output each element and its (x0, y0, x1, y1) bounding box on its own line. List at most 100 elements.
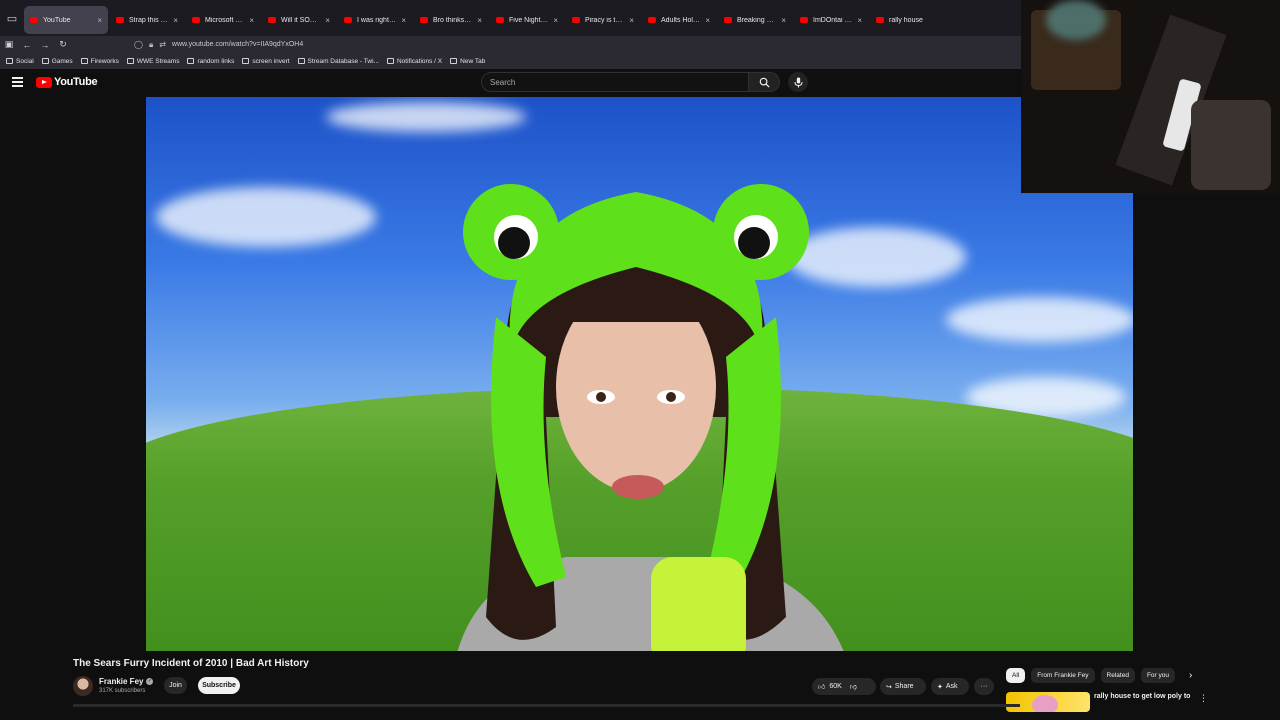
permissions-icon[interactable]: ⇄ (159, 40, 166, 49)
folder-icon (126, 58, 134, 64)
filter-chip[interactable]: For you (1140, 668, 1175, 683)
ask-button[interactable]: ✦ Ask (931, 678, 969, 695)
browser-tab[interactable]: rally house (870, 6, 944, 34)
subscribe-button[interactable]: Subscribe (198, 677, 240, 694)
search-bar (481, 72, 780, 92)
forward-arrow-icon[interactable]: → (36, 40, 54, 50)
browser-tab[interactable]: Five Nights at Freddy' × (490, 6, 564, 34)
more-actions-button[interactable]: ··· (974, 678, 994, 695)
reload-icon[interactable]: ↻ (54, 39, 72, 50)
tab-label: ImDOntai Reacts TO S (813, 16, 852, 24)
video-player[interactable] (146, 97, 1133, 651)
close-tab-icon[interactable]: × (857, 16, 862, 25)
like-button[interactable]: 👍︎ 60K (818, 682, 842, 691)
tab-label: rally house (889, 16, 923, 24)
bookmark-item[interactable]: Social (6, 58, 34, 65)
share-icon: ↪ (886, 683, 892, 691)
filter-chip[interactable]: From Frankie Fey (1031, 668, 1095, 683)
folder-icon (41, 58, 49, 64)
shield-icon[interactable]: ◯ (134, 40, 143, 49)
bookmark-label: random links (197, 57, 235, 65)
youtube-logo[interactable]: YouTube (36, 76, 98, 88)
lock-icon[interactable]: 🔒︎ (149, 40, 153, 50)
dislike-button[interactable]: 👎︎ (850, 682, 857, 691)
browser-tab[interactable]: ImDOntai Reacts TO S × (794, 6, 868, 34)
browser-tab[interactable]: Bro thinks he's in an e × (414, 6, 488, 34)
tab-label: YouTube (43, 16, 71, 24)
folder-icon (80, 58, 88, 64)
search-button[interactable] (749, 72, 780, 92)
like-count: 60K (829, 683, 842, 690)
close-tab-icon[interactable]: × (249, 16, 254, 25)
video-progress-track[interactable] (73, 704, 1020, 707)
youtube-favicon-icon (192, 17, 200, 23)
more-vertical-icon[interactable]: ⋮ (1199, 693, 1208, 704)
filter-chip[interactable]: All (1006, 668, 1026, 683)
recommendation-thumbnail[interactable] (1006, 692, 1090, 712)
tab-label: Adults Hold On To Gir (661, 16, 700, 24)
bookmark-item[interactable]: WWE Streams (126, 58, 179, 65)
youtube-favicon-icon (344, 17, 352, 23)
browser-tab[interactable]: Piracy is the Logical S × (566, 6, 640, 34)
youtube-favicon-icon (648, 17, 656, 23)
more-horizontal-icon: ··· (980, 683, 988, 690)
close-tab-icon[interactable]: × (781, 16, 786, 25)
bookmark-label: Notifications / X (396, 57, 443, 65)
bookmark-label: Stream Database - Twi... (307, 57, 379, 65)
channel-name[interactable]: Frankie Fey (99, 677, 143, 686)
share-button[interactable]: ↪ Share (880, 678, 926, 695)
youtube-favicon-icon (876, 17, 884, 23)
like-dislike-group: 👍︎ 60K 👎︎ (812, 678, 876, 695)
bookmark-item[interactable]: Games (41, 58, 73, 65)
bookmark-item[interactable]: screen invert (242, 58, 290, 65)
close-tab-icon[interactable]: × (553, 16, 558, 25)
close-tab-icon[interactable]: × (629, 16, 634, 25)
youtube-favicon-icon (116, 17, 124, 23)
bookmark-item[interactable]: Fireworks (80, 57, 119, 65)
folder-icon (386, 58, 394, 64)
close-tab-icon[interactable]: × (325, 16, 330, 25)
menu-icon[interactable] (12, 77, 23, 87)
browser-tab[interactable]: Strap this to a tree. Gi × (110, 6, 184, 34)
channel-avatar[interactable] (73, 676, 93, 696)
tab-label: Strap this to a tree. Gi (129, 16, 168, 24)
subscriber-count: 317K subscribers (99, 688, 146, 694)
close-tab-icon[interactable]: × (97, 16, 102, 25)
thumbs-up-icon: 👍︎ (818, 684, 826, 691)
close-tab-icon[interactable]: × (705, 16, 710, 25)
cloud (326, 102, 526, 132)
bookmark-item[interactable]: New Tab (450, 58, 485, 65)
bookmark-item[interactable]: Notifications / X (386, 57, 443, 65)
video-title: The Sears Furry Incident of 2010 | Bad A… (73, 658, 309, 669)
browser-tab[interactable]: Adults Hold On To Gir × (642, 6, 716, 34)
cloud (946, 297, 1133, 342)
bookmark-item[interactable]: random links (187, 58, 234, 65)
voice-search-button[interactable] (788, 72, 808, 92)
browser-tab[interactable]: Microsoft Broke The W × (186, 6, 260, 34)
address-bar[interactable]: ◯ 🔒︎ ⇄ www.youtube.com/watch?v=IIA9qdYxO… (134, 40, 303, 50)
join-button[interactable]: Join (164, 677, 187, 694)
folder-icon (450, 58, 458, 64)
browser-tab[interactable]: I was right about disk × (338, 6, 412, 34)
bookmark-item[interactable]: Stream Database - Twi... (297, 57, 379, 65)
tab-label: Bro thinks he's in an e (433, 16, 472, 24)
browser-tab[interactable]: Breaking Bad Alterna × (718, 6, 792, 34)
youtube-favicon-icon (420, 17, 428, 23)
browser-tab[interactable]: Will it SODA?? 500 Sh × (262, 6, 336, 34)
close-tab-icon[interactable]: × (401, 16, 406, 25)
chevron-right-icon[interactable]: › (1189, 670, 1192, 681)
url-text[interactable]: www.youtube.com/watch?v=IIA9qdYxOH4 (172, 41, 303, 48)
browser-tab[interactable]: YouTube × (24, 6, 108, 34)
sidebar-toggle-icon[interactable]: ▣ (0, 39, 18, 50)
search-input[interactable] (481, 72, 749, 92)
close-tab-icon[interactable]: × (477, 16, 482, 25)
back-arrow-icon[interactable]: ← (18, 40, 36, 50)
folder-icon (297, 58, 305, 64)
filter-chip[interactable]: Related (1100, 668, 1135, 683)
recommendation-title[interactable]: rally house to get low poly to (1094, 693, 1190, 700)
cloud (156, 187, 376, 247)
channel-name-row[interactable]: Frankie Fey ✓ (99, 677, 154, 686)
tab-overview-icon[interactable]: ▭ (0, 0, 24, 36)
close-tab-icon[interactable]: × (173, 16, 178, 25)
bookmark-label: Fireworks (90, 57, 119, 65)
